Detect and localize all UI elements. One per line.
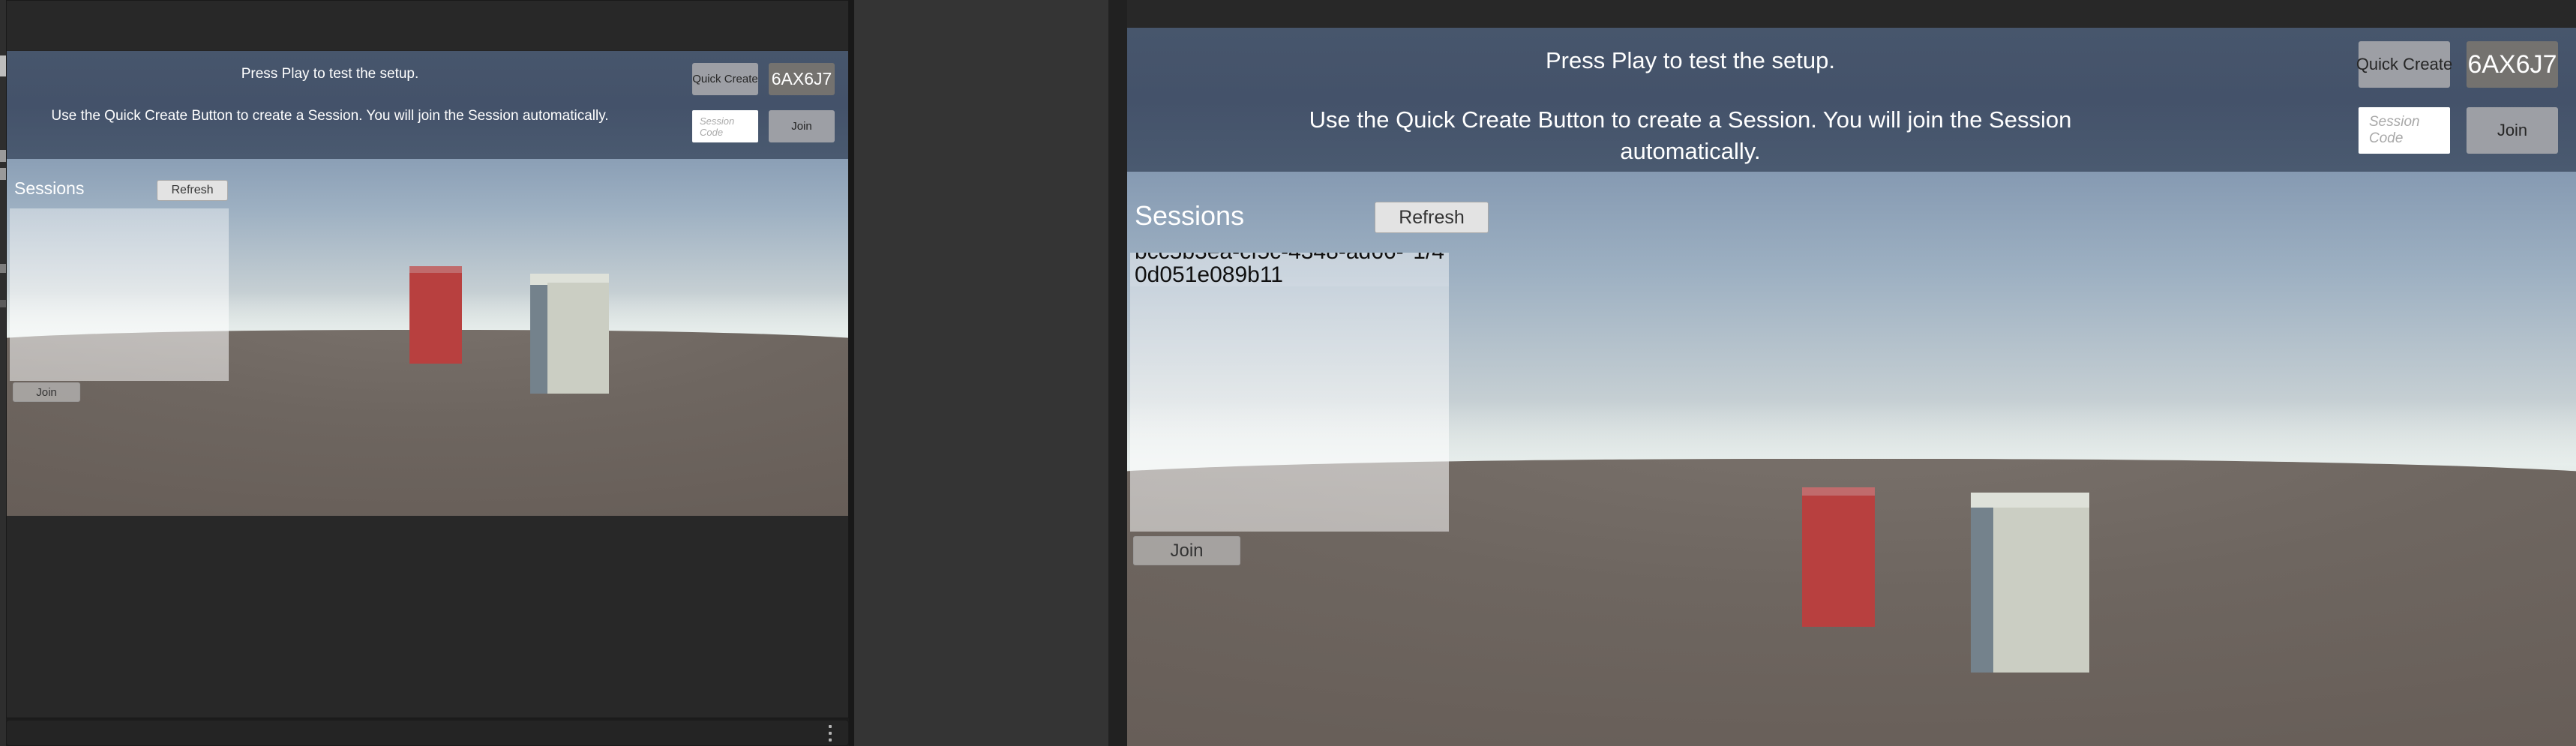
banner-controls: Quick Create 6AX6J7 Session Code Join — [692, 63, 835, 142]
session-code-input[interactable]: Session Code — [2359, 107, 2450, 154]
right-session-list[interactable]: bcc5b3ea-cf5c-4348-ad66-0d051e089b11 1/4 — [1130, 253, 1449, 532]
right-join-selected-button[interactable]: Join — [1133, 536, 1240, 565]
red-cube-front-face — [1802, 496, 1875, 627]
kebab-menu-icon[interactable] — [826, 725, 835, 742]
sessions-heading: Sessions — [1135, 200, 1245, 231]
middle-empty-panel[interactable] — [854, 0, 1108, 746]
right-game-window[interactable]: Press Play to test the setup. Use the Qu… — [1127, 0, 2576, 746]
banner-line-2: Use the Quick Create Button to create a … — [51, 108, 609, 124]
quick-create-button[interactable]: Quick Create — [692, 63, 758, 95]
red-cube-top-face — [409, 266, 462, 273]
white-cube-front-face — [1993, 508, 2089, 673]
left-game-viewport[interactable]: Press Play to test the setup. Use the Qu… — [7, 51, 848, 516]
red-cube — [409, 266, 462, 364]
adjacent-window-sliver — [0, 0, 6, 746]
session-player-count: 1/4 — [1413, 253, 1444, 264]
white-cube-front-face — [547, 283, 609, 394]
dock-divider-left[interactable] — [849, 0, 854, 746]
join-session-button[interactable]: Join — [2467, 107, 2558, 154]
dock-divider-right[interactable] — [1108, 0, 1127, 746]
join-session-button[interactable]: Join — [769, 110, 835, 142]
session-code-display[interactable]: 6AX6J7 — [769, 63, 835, 95]
red-cube — [1802, 487, 1875, 627]
instruction-banner: Press Play to test the setup. Use the Qu… — [1127, 28, 2576, 172]
left-window-status-bar[interactable] — [6, 720, 849, 746]
session-list-item[interactable]: bcc5b3ea-cf5c-4348-ad66-0d051e089b11 1/4 — [1130, 253, 1449, 287]
banner-line-2: Use the Quick Create Button to create a … — [1309, 106, 2072, 164]
banner-line-1: Press Play to test the setup. — [241, 66, 419, 82]
left-session-list[interactable] — [10, 208, 229, 381]
left-window-empty-area — [7, 516, 848, 718]
session-code-display[interactable]: 6AX6J7 — [2467, 41, 2558, 88]
red-cube-top-face — [1802, 487, 1875, 496]
white-cube-top-face — [1971, 493, 2089, 508]
refresh-sessions-button[interactable]: Refresh — [157, 180, 228, 201]
right-window-toolbar[interactable] — [1127, 0, 2576, 28]
instruction-banner: Press Play to test the setup. Use the Qu… — [7, 51, 848, 159]
red-cube-front-face — [409, 273, 462, 364]
banner-controls: Quick Create 6AX6J7 Session Code Join — [2356, 41, 2558, 154]
banner-line-1: Press Play to test the setup. — [1546, 47, 1835, 73]
left-window-toolbar[interactable] — [7, 1, 848, 50]
white-cube-side-face — [1971, 493, 1993, 673]
refresh-sessions-button[interactable]: Refresh — [1375, 202, 1489, 233]
session-id: bcc5b3ea-cf5c-4348-ad66-0d051e089b11 — [1135, 253, 1404, 287]
left-join-selected-button[interactable]: Join — [13, 382, 80, 402]
left-game-window[interactable]: Press Play to test the setup. Use the Qu… — [6, 0, 849, 718]
right-game-viewport[interactable]: Press Play to test the setup. Use the Qu… — [1127, 28, 2576, 746]
white-cube — [1971, 493, 2089, 673]
white-cube — [530, 274, 609, 394]
sessions-heading: Sessions — [14, 178, 85, 198]
quick-create-button[interactable]: Quick Create — [2356, 41, 2452, 88]
session-code-input[interactable]: Session Code — [692, 110, 758, 142]
white-cube-side-face — [530, 274, 547, 394]
